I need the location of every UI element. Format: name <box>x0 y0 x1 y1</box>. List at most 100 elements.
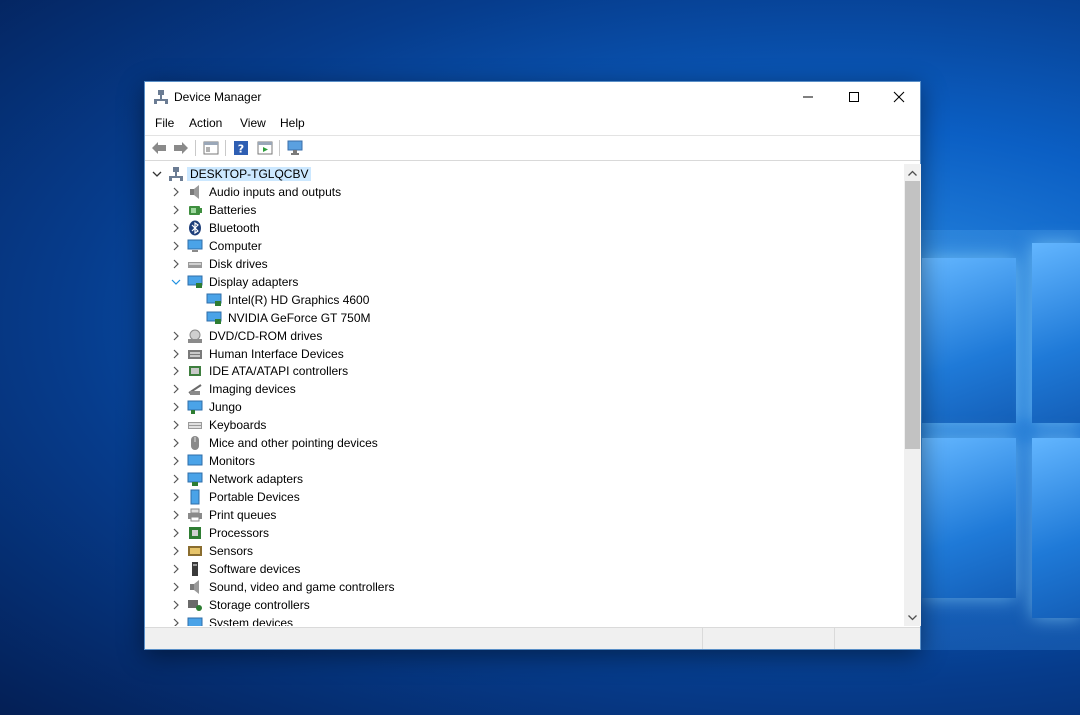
tree-device[interactable]: NVIDIA GeForce GT 750M <box>147 309 904 327</box>
windows-logo-pane <box>1032 438 1080 618</box>
tree-category[interactable]: Processors <box>147 524 904 542</box>
tree-category-label: IDE ATA/ATAPI controllers <box>209 364 349 378</box>
tree-category[interactable]: Storage controllers <box>147 596 904 614</box>
chevron-right-icon[interactable] <box>171 528 181 538</box>
disk-drive-icon <box>188 262 202 268</box>
close-button[interactable] <box>876 82 922 112</box>
tree-category[interactable]: Sensors <box>147 542 904 560</box>
menu-help[interactable]: Help <box>280 116 305 130</box>
chevron-right-icon[interactable] <box>171 259 181 269</box>
chevron-down-icon[interactable] <box>152 169 162 179</box>
tree-category[interactable]: Human Interface Devices <box>147 345 904 363</box>
tree-category-label: Human Interface Devices <box>209 347 344 361</box>
status-cell <box>834 628 921 649</box>
tree-category[interactable]: Computer <box>147 237 904 255</box>
tree-category-label: Print queues <box>209 508 277 522</box>
back-button[interactable] <box>149 139 169 157</box>
chevron-right-icon[interactable] <box>171 331 181 341</box>
chevron-right-icon[interactable] <box>171 564 181 574</box>
tree-category[interactable]: Disk drives <box>147 255 904 273</box>
tree-category[interactable]: System devices <box>147 614 904 626</box>
maximize-button[interactable] <box>831 82 877 112</box>
tree-category[interactable]: Keyboards <box>147 416 904 434</box>
properties-icon <box>203 141 219 155</box>
back-arrow-icon <box>152 142 166 154</box>
tree-category[interactable]: Jungo <box>147 398 904 416</box>
chevron-right-icon[interactable] <box>171 456 181 466</box>
tree-root[interactable]: DESKTOP-TGLQCBV <box>147 165 904 183</box>
chevron-right-icon[interactable] <box>171 187 181 197</box>
tree-category[interactable]: Portable Devices <box>147 488 904 506</box>
tree-category-label: Imaging devices <box>209 382 296 396</box>
vertical-scrollbar[interactable] <box>904 164 921 626</box>
chevron-right-icon[interactable] <box>171 366 181 376</box>
update-driver-icon <box>257 141 273 155</box>
properties-button[interactable] <box>201 139 221 157</box>
device-tree[interactable]: DESKTOP-TGLQCBV Audio inputs and outputs… <box>147 164 904 626</box>
toolbar-separator <box>279 140 280 156</box>
tree-category[interactable]: Network adapters <box>147 470 904 488</box>
tree-category-label: Network adapters <box>209 472 304 486</box>
windows-logo-pane <box>1032 243 1080 423</box>
tree-category[interactable]: Software devices <box>147 560 904 578</box>
tree-category[interactable]: Audio inputs and outputs <box>147 183 904 201</box>
tree-category[interactable]: IDE ATA/ATAPI controllers <box>147 362 904 380</box>
tree-category[interactable]: Imaging devices <box>147 380 904 398</box>
help-button[interactable]: ? <box>231 139 251 157</box>
menu-bar: File Action View Help <box>145 112 920 134</box>
chevron-down-icon[interactable] <box>171 277 181 287</box>
chevron-right-icon[interactable] <box>171 492 181 502</box>
forward-button[interactable] <box>171 139 191 157</box>
title-bar[interactable]: Device Manager <box>145 82 920 112</box>
camera-icon <box>188 384 202 395</box>
tree-category[interactable]: Mice and other pointing devices <box>147 434 904 452</box>
tree-category[interactable]: Monitors <box>147 452 904 470</box>
chevron-right-icon[interactable] <box>171 384 181 394</box>
battery-icon <box>189 206 202 215</box>
chevron-right-icon[interactable] <box>171 223 181 233</box>
forward-arrow-icon <box>174 142 188 154</box>
chevron-right-icon[interactable] <box>171 546 181 556</box>
monitor-icon <box>187 454 203 466</box>
scroll-thumb[interactable] <box>905 181 920 449</box>
tree-category-label: Software devices <box>209 562 301 576</box>
chevron-right-icon[interactable] <box>171 205 181 215</box>
chevron-right-icon[interactable] <box>171 420 181 430</box>
tree-category-label: Bluetooth <box>209 221 260 235</box>
windows-logo-pane <box>922 258 1016 423</box>
chevron-right-icon[interactable] <box>171 618 181 626</box>
jungo-icon <box>187 400 203 414</box>
dvd-drive-icon <box>188 329 202 343</box>
chevron-right-icon[interactable] <box>171 510 181 520</box>
tree-category[interactable]: Sound, video and game controllers <box>147 578 904 596</box>
update-driver-button[interactable] <box>255 139 275 157</box>
minimize-button[interactable] <box>785 82 831 112</box>
device-manager-window: Device Manager File Action View Help ? D… <box>144 81 921 650</box>
tree-category[interactable]: Print queues <box>147 506 904 524</box>
tree-category[interactable]: Batteries <box>147 201 904 219</box>
speaker-icon <box>190 580 199 594</box>
chevron-right-icon[interactable] <box>171 582 181 592</box>
chevron-right-icon[interactable] <box>171 402 181 412</box>
hid-icon <box>188 350 202 359</box>
tree-device-label: NVIDIA GeForce GT 750M <box>228 311 371 325</box>
tree-category[interactable]: DVD/CD-ROM drives <box>147 327 904 345</box>
chevron-right-icon[interactable] <box>171 474 181 484</box>
scroll-up-button[interactable] <box>904 164 921 181</box>
menu-file[interactable]: File <box>155 116 174 130</box>
close-icon <box>893 91 905 103</box>
chevron-right-icon[interactable] <box>171 438 181 448</box>
tree-category-label: Processors <box>209 526 270 540</box>
tree-category[interactable]: Display adapters <box>147 273 904 291</box>
scroll-down-button[interactable] <box>904 609 921 626</box>
menu-view[interactable]: View <box>240 116 266 130</box>
svg-text:?: ? <box>238 143 244 156</box>
keyboard-icon <box>188 422 202 429</box>
menu-action[interactable]: Action <box>189 116 222 130</box>
tree-category[interactable]: Bluetooth <box>147 219 904 237</box>
chevron-right-icon[interactable] <box>171 600 181 610</box>
tree-device[interactable]: Intel(R) HD Graphics 4600 <box>147 291 904 309</box>
scan-hardware-button[interactable] <box>285 139 305 157</box>
chevron-right-icon[interactable] <box>171 241 181 251</box>
chevron-right-icon[interactable] <box>171 349 181 359</box>
